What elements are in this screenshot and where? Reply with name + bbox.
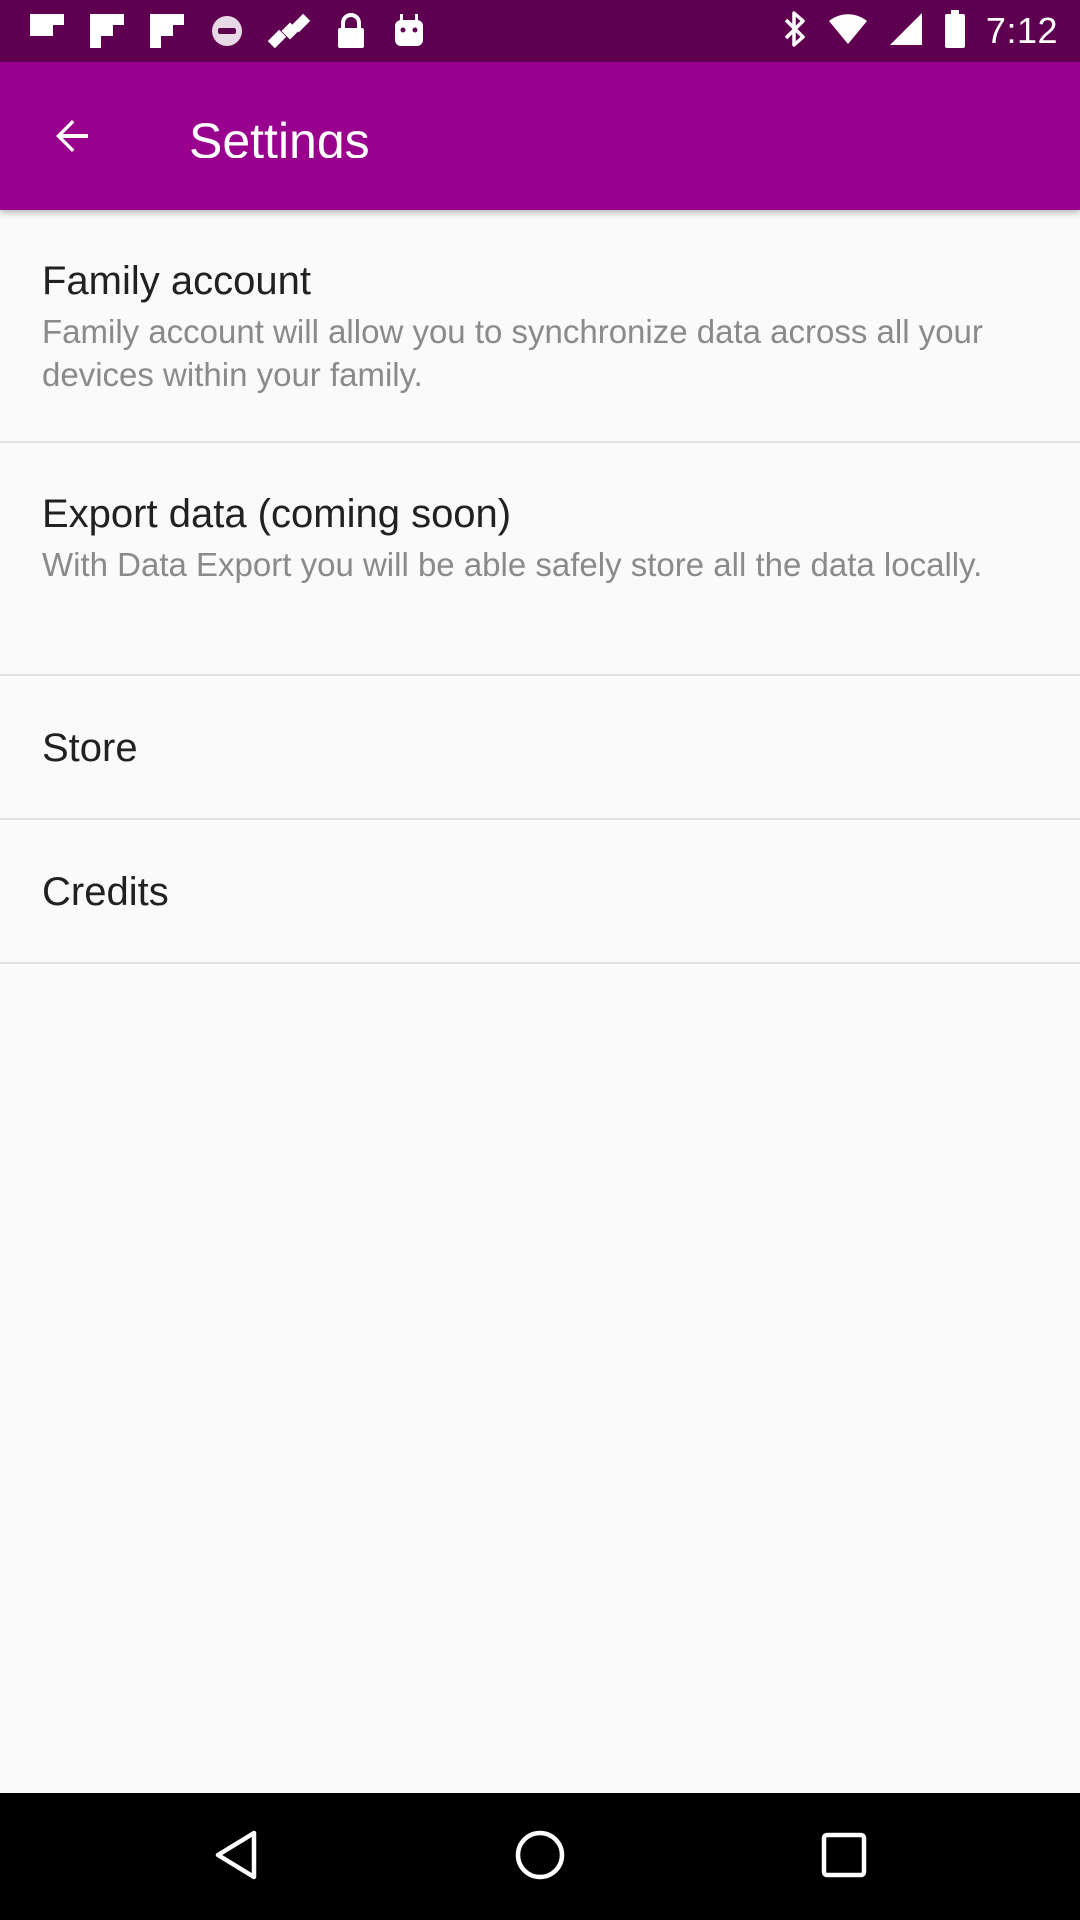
battery-icon [944, 9, 966, 53]
status-bar: 7:12 [0, 0, 1080, 62]
flipboard-icon [88, 12, 126, 50]
nav-home-button[interactable] [504, 1821, 576, 1893]
setting-title: Export data (coming soon) [42, 492, 512, 536]
wifi-icon [828, 12, 868, 51]
home-circle-icon [514, 1829, 566, 1886]
setting-title: Store [42, 726, 138, 770]
setting-summary: With Data Export you will be able safely… [42, 546, 983, 583]
page-title-container: Settings [189, 96, 370, 158]
recents-square-icon [820, 1831, 868, 1884]
back-button[interactable] [30, 96, 114, 180]
back-triangle-icon [212, 1829, 260, 1886]
setting-title: Family account [42, 259, 311, 303]
android-icon [390, 12, 428, 50]
bluetooth-icon [782, 9, 808, 54]
flipboard-icon [28, 12, 66, 50]
lock-icon [334, 12, 368, 50]
satellite-fake-gps-icon [268, 9, 312, 53]
setting-summary: Family account will allow you to synchro… [42, 313, 983, 393]
app-bar: Settings [0, 62, 1080, 210]
setting-credits[interactable]: Credits [0, 820, 1080, 964]
page-title: Settings [189, 113, 370, 158]
settings-list: Family account Family account will allow… [0, 210, 1080, 964]
navigation-bar [0, 1793, 1080, 1920]
setting-store[interactable]: Store [0, 676, 1080, 820]
setting-export-data[interactable]: Export data (coming soon) With Data Expo… [0, 443, 1080, 676]
nav-recents-button[interactable] [808, 1821, 880, 1893]
circle-icon [208, 12, 246, 50]
status-time: 7:12 [985, 10, 1058, 51]
signal-icon [888, 11, 924, 52]
nav-back-button[interactable] [200, 1821, 272, 1893]
setting-title: Credits [42, 870, 169, 914]
arrow-back-icon [48, 112, 96, 165]
flipboard-icon [148, 12, 186, 50]
system-status-icons: 7:12 [782, 9, 1058, 54]
setting-family-account[interactable]: Family account Family account will allow… [0, 210, 1080, 443]
notification-icons [28, 10, 428, 52]
